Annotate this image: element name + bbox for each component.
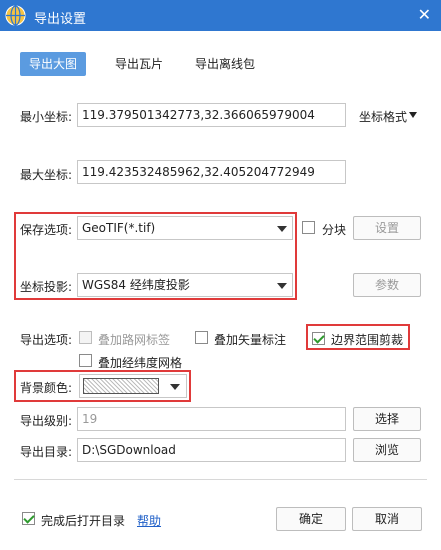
graticule-text: 叠加经纬度网格 (98, 356, 183, 370)
color-swatch (83, 378, 159, 394)
export-level-label: 导出级别: (20, 414, 73, 428)
background-color-select[interactable] (79, 374, 187, 398)
save-option-value: GeoTIF(*.tif) (82, 221, 156, 235)
tab-export-image[interactable]: 导出大图 (20, 52, 87, 76)
title-bar: 导出设置 ✕ (0, 0, 441, 31)
boundary-clip-checkbox[interactable] (312, 332, 325, 345)
open-after-label: 完成后打开目录 (41, 514, 126, 528)
coord-format-button[interactable]: 坐标格式 (359, 108, 407, 125)
export-dir-label: 导出目录: (20, 445, 73, 459)
tile-split-checkbox[interactable] (302, 221, 315, 234)
max-coord-input[interactable]: 119.423532485962,32.405204772949 (77, 160, 346, 184)
divider (14, 479, 427, 480)
open-after-checkbox[interactable] (22, 512, 35, 525)
vector-label-text: 叠加矢量标注 (214, 333, 287, 347)
tab-export-tiles[interactable]: 导出瓦片 (106, 52, 172, 76)
select-level-button[interactable]: 选择 (353, 407, 421, 431)
background-color-label: 背景颜色: (20, 381, 73, 395)
chevron-down-icon (170, 384, 180, 390)
chevron-down-icon (277, 226, 287, 232)
caret-down-icon[interactable] (409, 112, 417, 118)
params-button[interactable]: 参数 (353, 273, 421, 297)
browse-button[interactable]: 浏览 (353, 438, 421, 462)
road-label-checkbox[interactable] (79, 331, 92, 344)
chevron-down-icon (277, 283, 287, 289)
window-title: 导出设置 (34, 12, 87, 27)
tile-split-label: 分块 (322, 223, 347, 237)
dialog-body: 导出大图 导出瓦片 导出离线包 最小坐标: 119.379501342773,3… (0, 31, 441, 550)
projection-label: 坐标投影: (20, 280, 73, 294)
max-coord-label: 最大坐标: (20, 168, 73, 182)
ok-button[interactable]: 确定 (276, 507, 346, 531)
cancel-button[interactable]: 取消 (352, 507, 422, 531)
tab-export-offline-package[interactable]: 导出离线包 (186, 52, 264, 76)
close-icon[interactable]: ✕ (418, 6, 431, 24)
globe-icon (5, 5, 26, 26)
export-dir-input[interactable]: D:\SGDownload (77, 438, 346, 462)
export-level-input[interactable]: 19 (77, 407, 346, 431)
projection-select[interactable]: WGS84 经纬度投影 (77, 273, 293, 297)
min-coord-label: 最小坐标: (20, 110, 73, 124)
save-option-select[interactable]: GeoTIF(*.tif) (77, 216, 293, 240)
help-link[interactable]: 帮助 (137, 512, 161, 529)
graticule-checkbox[interactable] (79, 354, 92, 367)
settings-button[interactable]: 设置 (353, 216, 421, 240)
road-label-text: 叠加路网标签 (98, 333, 171, 347)
save-option-label: 保存选项: (20, 223, 73, 237)
projection-value: WGS84 经纬度投影 (82, 278, 190, 292)
boundary-clip-text: 边界范围剪裁 (331, 333, 404, 347)
vector-label-checkbox[interactable] (195, 331, 208, 344)
min-coord-input[interactable]: 119.379501342773,32.366065979004 (77, 103, 346, 127)
export-options-label: 导出选项: (20, 333, 73, 347)
